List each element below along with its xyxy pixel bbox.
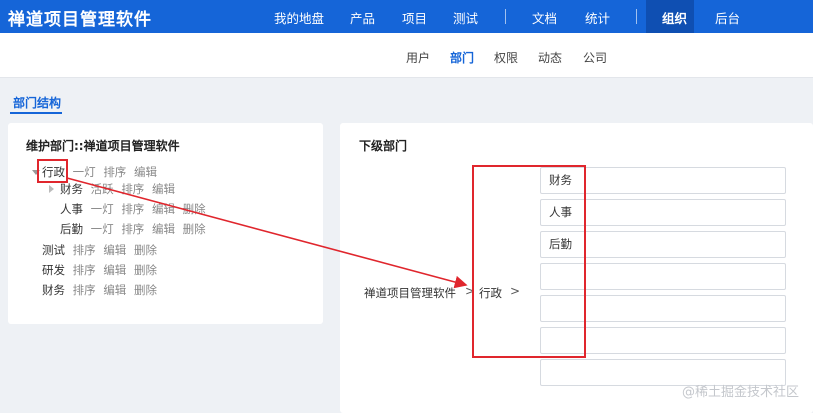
tree-action-sort[interactable]: 排序 bbox=[73, 263, 96, 277]
child-dept-input[interactable] bbox=[540, 263, 786, 290]
child-dept-input[interactable]: 后勤 bbox=[540, 231, 786, 258]
child-dept-input[interactable]: 财务 bbox=[540, 167, 786, 194]
tree-action-sort[interactable]: 排序 bbox=[103, 165, 126, 179]
nav-item-organization[interactable]: 组织 bbox=[662, 8, 687, 27]
subnav-department[interactable]: 部门 bbox=[450, 49, 474, 66]
nav-item-test[interactable]: 测试 bbox=[453, 8, 478, 27]
subnav-activity[interactable]: 动态 bbox=[538, 49, 562, 66]
section-tab-underline bbox=[10, 112, 62, 114]
tree-action-edit[interactable]: 编辑 bbox=[103, 243, 126, 257]
nav-item-my-dashboard[interactable]: 我的地盘 bbox=[274, 8, 324, 27]
tree-node: 行政 一灯 排序 编辑 bbox=[42, 164, 157, 180]
nav-item-product[interactable]: 产品 bbox=[350, 8, 375, 27]
subnav-company[interactable]: 公司 bbox=[583, 49, 607, 66]
child-dept-panel: 下级部门 禅道项目管理软件 > 行政 > 财务 人事 后勤 bbox=[340, 123, 813, 413]
collapse-caret-icon[interactable] bbox=[49, 185, 54, 193]
app-brand[interactable]: 禅道项目管理软件 bbox=[8, 5, 152, 30]
sub-navbar: 用户 部门 权限 动态 公司 bbox=[0, 33, 813, 78]
subnav-permission[interactable]: 权限 bbox=[494, 49, 518, 66]
section-tab-dept-structure[interactable]: 部门结构 bbox=[13, 94, 61, 111]
tree-action-sort[interactable]: 排序 bbox=[73, 243, 96, 257]
nav-item-doc[interactable]: 文档 bbox=[532, 8, 557, 27]
nav-separator bbox=[505, 9, 506, 24]
tree-node-name[interactable]: 人事 bbox=[60, 202, 83, 216]
breadcrumb-root[interactable]: 禅道项目管理软件 bbox=[364, 285, 456, 301]
tree-node: 人事 一灯 排序 编辑 删除 bbox=[60, 201, 206, 217]
tree-action-sort[interactable]: 排序 bbox=[121, 182, 144, 196]
breadcrumb-current[interactable]: 行政 bbox=[479, 285, 502, 301]
tree-action-sort[interactable]: 排序 bbox=[121, 222, 144, 236]
top-navbar: 禅道项目管理软件 我的地盘 产品 项目 测试 文档 统计 组织 后台 bbox=[0, 0, 813, 33]
tree-action-delete[interactable]: 删除 bbox=[183, 202, 206, 216]
tree-node-name[interactable]: 财务 bbox=[60, 182, 83, 196]
nav-item-project[interactable]: 项目 bbox=[402, 8, 427, 27]
tree-action-edit[interactable]: 编辑 bbox=[134, 165, 157, 179]
tree-action[interactable]: 一灯 bbox=[91, 222, 114, 236]
tree-action-delete[interactable]: 删除 bbox=[134, 263, 157, 277]
tree-action-delete[interactable]: 删除 bbox=[134, 283, 157, 297]
subnav-user[interactable]: 用户 bbox=[406, 49, 430, 66]
tree-action-delete[interactable]: 删除 bbox=[183, 222, 206, 236]
tree-node-name[interactable]: 后勤 bbox=[60, 222, 83, 236]
child-dept-input[interactable] bbox=[540, 295, 786, 322]
tree-action-edit[interactable]: 编辑 bbox=[103, 283, 126, 297]
tree-node-name[interactable]: 行政 bbox=[42, 165, 65, 179]
tree-action-sort[interactable]: 排序 bbox=[73, 283, 96, 297]
tree-action-delete[interactable]: 删除 bbox=[134, 243, 157, 257]
tree-action[interactable]: 活跃 bbox=[91, 182, 114, 196]
tree-action-edit[interactable]: 编辑 bbox=[103, 263, 126, 277]
tree-node-name[interactable]: 研发 bbox=[42, 263, 65, 277]
tree-node: 财务 活跃 排序 编辑 bbox=[60, 181, 175, 197]
tree-node-name[interactable]: 测试 bbox=[42, 243, 65, 257]
tree-node-name[interactable]: 财务 bbox=[42, 283, 65, 297]
tree-action[interactable]: 一灯 bbox=[73, 165, 96, 179]
nav-separator bbox=[636, 9, 637, 24]
tree-action-edit[interactable]: 编辑 bbox=[152, 222, 175, 236]
tree-node: 测试 排序 编辑 删除 bbox=[42, 242, 157, 258]
expand-caret-icon[interactable] bbox=[32, 170, 40, 175]
child-dept-input[interactable] bbox=[540, 327, 786, 354]
panel-title: 维护部门::禅道项目管理软件 bbox=[26, 139, 180, 153]
tree-node: 财务 排序 编辑 删除 bbox=[42, 282, 157, 298]
tree-node: 研发 排序 编辑 删除 bbox=[42, 262, 157, 278]
tree-action[interactable]: 一灯 bbox=[91, 202, 114, 216]
nav-item-admin[interactable]: 后台 bbox=[715, 8, 740, 27]
tree-node: 后勤 一灯 排序 编辑 删除 bbox=[60, 221, 206, 237]
watermark: @稀土掘金技术社区 bbox=[681, 385, 799, 400]
child-dept-input[interactable]: 人事 bbox=[540, 199, 786, 226]
dept-tree-panel: 维护部门::禅道项目管理软件 行政 一灯 排序 编辑 财务 活跃 排序 编辑 人… bbox=[8, 123, 323, 324]
tree-action-sort[interactable]: 排序 bbox=[121, 202, 144, 216]
nav-item-stats[interactable]: 统计 bbox=[585, 8, 610, 27]
tree-action-edit[interactable]: 编辑 bbox=[152, 182, 175, 196]
chevron-right-icon: > bbox=[465, 284, 476, 298]
panel-title: 下级部门 bbox=[359, 139, 408, 153]
chevron-right-icon: > bbox=[510, 284, 521, 298]
tree-action-edit[interactable]: 编辑 bbox=[152, 202, 175, 216]
